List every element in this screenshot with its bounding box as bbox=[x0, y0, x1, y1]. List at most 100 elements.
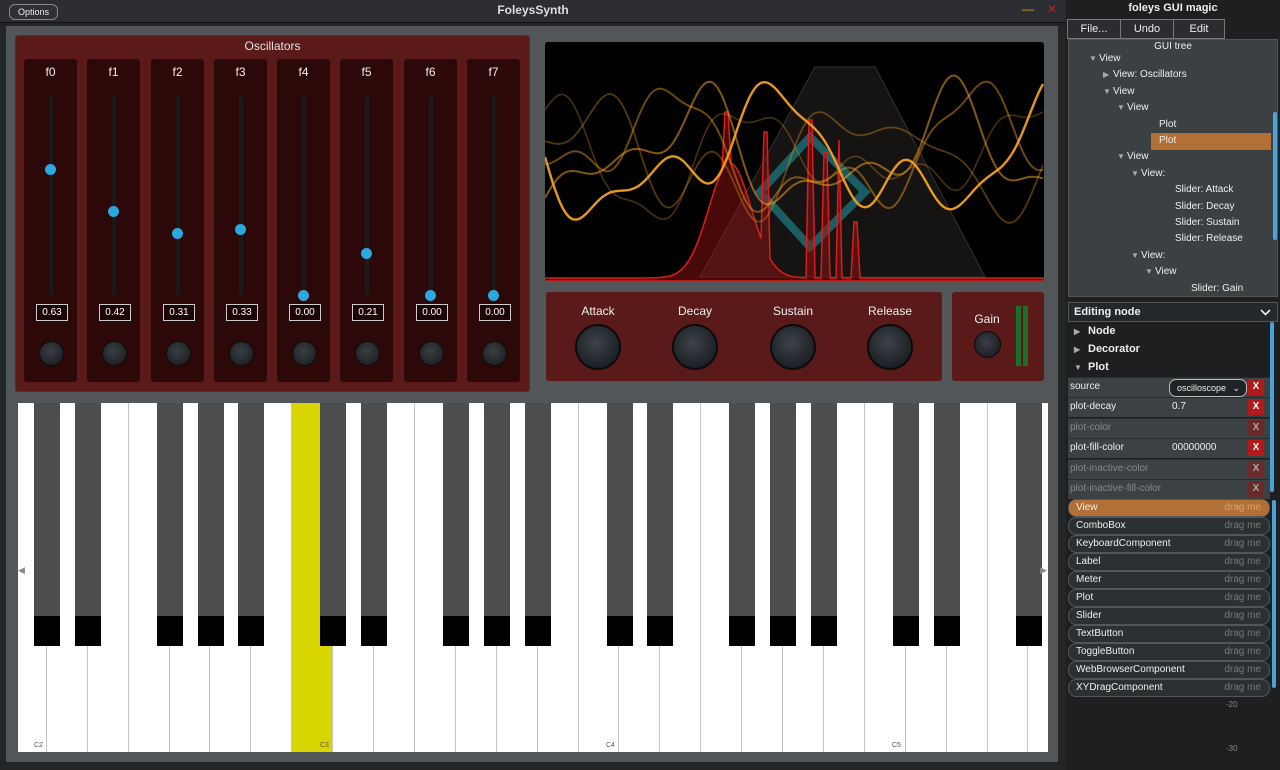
close-icon[interactable]: ✕ bbox=[1046, 2, 1058, 18]
palette-item-togglebutton[interactable]: ToggleButton drag me bbox=[1068, 643, 1270, 661]
black-key[interactable] bbox=[606, 403, 633, 646]
black-key[interactable] bbox=[361, 403, 388, 646]
tree-node[interactable]: Slider: Attack bbox=[1165, 182, 1233, 198]
black-key[interactable] bbox=[156, 403, 183, 646]
oscillator-knob[interactable] bbox=[482, 341, 507, 366]
remove-property-button[interactable]: X bbox=[1248, 379, 1264, 395]
release-knob[interactable] bbox=[867, 324, 913, 370]
edit-menu-button[interactable]: Edit bbox=[1173, 19, 1225, 39]
tree-node[interactable]: ▼ View bbox=[1145, 264, 1177, 280]
oscillator-slider-thumb[interactable] bbox=[108, 206, 119, 217]
black-key[interactable] bbox=[770, 403, 797, 646]
minimize-icon[interactable]: — bbox=[1022, 2, 1034, 18]
palette-item-view[interactable]: View drag me bbox=[1068, 499, 1270, 517]
tree-node[interactable]: ▼ View: bbox=[1131, 248, 1165, 264]
black-key[interactable] bbox=[811, 403, 837, 646]
tree-node[interactable]: ▼ View bbox=[1089, 51, 1121, 67]
black-key[interactable] bbox=[74, 403, 101, 646]
editor-section-plot[interactable]: ▼ Plot bbox=[1074, 361, 1109, 373]
oscillator-slider-track[interactable] bbox=[112, 95, 116, 295]
tree-node[interactable]: ▼ View bbox=[1103, 84, 1135, 100]
black-key[interactable] bbox=[524, 403, 551, 646]
tree-node[interactable]: Slider: Decay bbox=[1165, 199, 1234, 215]
oscillator-slider-track[interactable] bbox=[492, 95, 496, 295]
oscillator-knob[interactable] bbox=[355, 341, 380, 366]
black-key[interactable] bbox=[238, 403, 265, 646]
oscillator-value-field[interactable]: 0.00 bbox=[289, 304, 321, 321]
oscillator-slider-thumb[interactable] bbox=[45, 164, 56, 175]
property-value-field[interactable]: 0.7 bbox=[1172, 401, 1186, 412]
oscillator-slider-thumb[interactable] bbox=[172, 228, 183, 239]
oscillator-value-field[interactable]: 0.00 bbox=[479, 304, 511, 321]
palette-item-webbrowsercomponent[interactable]: WebBrowserComponent drag me bbox=[1068, 661, 1270, 679]
tree-node[interactable]: Plot bbox=[1149, 117, 1176, 133]
keyboard-scroll-left-icon[interactable]: ◀ bbox=[18, 565, 25, 576]
oscillator-value-field[interactable]: 0.33 bbox=[226, 304, 258, 321]
palette-item-meter[interactable]: Meter drag me bbox=[1068, 571, 1270, 589]
tree-node[interactable]: Slider: Sustain bbox=[1165, 215, 1239, 231]
tree-arrow-icon[interactable]: ▼ bbox=[1117, 149, 1127, 165]
tree-scrollbar[interactable] bbox=[1273, 112, 1277, 240]
tree-arrow-icon[interactable]: ▶ bbox=[1103, 67, 1113, 83]
tree-arrow-icon[interactable]: ▼ bbox=[1131, 166, 1141, 182]
remove-property-button[interactable]: X bbox=[1248, 460, 1264, 477]
properties-scrollbar[interactable] bbox=[1270, 322, 1274, 492]
oscillator-slider-thumb[interactable] bbox=[488, 290, 499, 301]
oscillator-knob[interactable] bbox=[102, 341, 127, 366]
tree-node[interactable]: Slider: Gain bbox=[1181, 281, 1243, 296]
tree-arrow-icon[interactable]: ▼ bbox=[1131, 248, 1141, 264]
oscillator-slider-track[interactable] bbox=[239, 95, 243, 295]
black-key[interactable] bbox=[892, 403, 919, 646]
undo-button[interactable]: Undo bbox=[1120, 19, 1174, 39]
keyboard-scroll-right-icon[interactable]: ▶ bbox=[1040, 565, 1047, 576]
property-value-field[interactable]: 00000000 bbox=[1172, 442, 1217, 453]
tree-arrow-icon[interactable]: ▼ bbox=[1089, 51, 1099, 67]
palette-item-combobox[interactable]: ComboBox drag me bbox=[1068, 517, 1270, 535]
palette-item-plot[interactable]: Plot drag me bbox=[1068, 589, 1270, 607]
editor-section-node[interactable]: ▶ Node bbox=[1074, 325, 1116, 337]
tree-arrow-icon[interactable]: ▼ bbox=[1103, 84, 1113, 100]
oscillator-slider-thumb[interactable] bbox=[298, 290, 309, 301]
oscillator-value-field[interactable]: 0.63 bbox=[36, 304, 68, 321]
editor-section-decorator[interactable]: ▶ Decorator bbox=[1074, 343, 1140, 355]
tree-arrow-icon[interactable]: ▼ bbox=[1145, 264, 1155, 280]
source-combobox[interactable]: oscilloscope ⌄ bbox=[1169, 379, 1247, 397]
file-menu-button[interactable]: File... bbox=[1067, 19, 1121, 39]
black-key[interactable] bbox=[1015, 403, 1042, 646]
options-button[interactable]: Options bbox=[9, 4, 58, 20]
tree-node[interactable]: Slider: Release bbox=[1165, 231, 1243, 247]
black-key[interactable] bbox=[729, 403, 756, 646]
oscillator-slider-thumb[interactable] bbox=[235, 224, 246, 235]
oscillator-slider-track[interactable] bbox=[365, 95, 369, 295]
oscillator-slider-track[interactable] bbox=[302, 95, 306, 295]
palette-item-textbutton[interactable]: TextButton drag me bbox=[1068, 625, 1270, 643]
editing-node-dropdown[interactable]: Editing node bbox=[1068, 302, 1278, 322]
gain-knob[interactable] bbox=[974, 331, 1001, 358]
oscillator-slider-track[interactable] bbox=[176, 95, 180, 295]
black-key[interactable] bbox=[320, 403, 347, 646]
palette-item-xydragcomponent[interactable]: XYDragComponent drag me bbox=[1068, 679, 1270, 697]
palette-item-label[interactable]: Label drag me bbox=[1068, 553, 1270, 571]
palette-item-slider[interactable]: Slider drag me bbox=[1068, 607, 1270, 625]
oscillator-slider-thumb[interactable] bbox=[425, 290, 436, 301]
attack-knob[interactable] bbox=[575, 324, 621, 370]
tree-arrow-icon[interactable]: ▼ bbox=[1117, 100, 1127, 116]
oscillator-value-field[interactable]: 0.31 bbox=[163, 304, 195, 321]
palette-scrollbar[interactable] bbox=[1272, 500, 1276, 688]
decay-knob[interactable] bbox=[672, 324, 718, 370]
tree-node[interactable]: ▼ View bbox=[1117, 149, 1149, 165]
tree-node[interactable]: ▼ View: bbox=[1131, 166, 1165, 182]
oscillator-knob[interactable] bbox=[166, 341, 191, 366]
oscillator-value-field[interactable]: 0.42 bbox=[99, 304, 131, 321]
oscillator-knob[interactable] bbox=[419, 341, 444, 366]
palette-item-keyboardcomponent[interactable]: KeyboardComponent drag me bbox=[1068, 535, 1270, 553]
remove-property-button[interactable]: X bbox=[1248, 399, 1264, 416]
black-key[interactable] bbox=[483, 403, 510, 646]
remove-property-button[interactable]: X bbox=[1248, 419, 1264, 436]
oscillator-knob[interactable] bbox=[39, 341, 64, 366]
piano-keyboard[interactable]: C2 C3 C4 C5 bbox=[18, 403, 1048, 752]
black-key[interactable] bbox=[197, 403, 224, 646]
oscillator-value-field[interactable]: 0.00 bbox=[416, 304, 448, 321]
tree-node[interactable]: ▼ View bbox=[1117, 100, 1149, 116]
oscillator-knob[interactable] bbox=[292, 341, 317, 366]
